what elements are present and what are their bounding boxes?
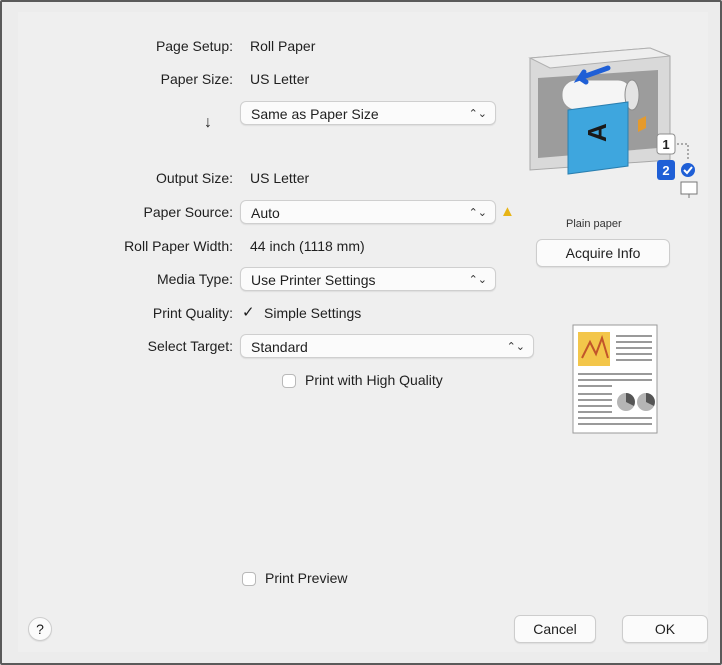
paper-size-value: US Letter [250,71,310,87]
settings-panel: Page Setup: Roll Paper Paper Size: US Le… [18,12,708,652]
roll-1-badge: 1 [662,137,669,152]
chevron-updown-icon: ⌃⌄ [468,274,487,286]
media-type-popup-value: Use Printer Settings [251,272,376,288]
output-size-popup-value: Same as Paper Size [251,106,379,122]
simple-settings-checkbox[interactable]: ✓ [242,303,255,321]
roll-paper-width-label: Roll Paper Width: [124,238,233,254]
select-target-label: Select Target: [147,338,233,354]
simple-settings-label: Simple Settings [264,305,362,321]
paper-source-label: Paper Source: [143,204,234,220]
print-preview-label: Print Preview [265,570,348,586]
roll-2-badge: 2 [662,163,669,178]
output-size-value: US Letter [250,170,310,186]
cancel-button[interactable]: Cancel [514,615,596,643]
help-button[interactable]: ? [28,617,52,641]
page-setup-label: Page Setup: [155,38,233,54]
media-type-label: Media Type: [156,271,233,287]
paper-source-popup-value: Auto [251,205,280,221]
chevron-updown-icon: ⌃⌄ [468,207,487,219]
print-preview-checkbox[interactable] [242,572,256,586]
acquire-info-button[interactable]: Acquire Info [536,239,670,267]
print-high-quality-label: Print with High Quality [305,372,443,388]
document-preview-icon [572,324,658,434]
chevron-updown-icon: ⌃⌄ [506,341,525,353]
paper-source-popup[interactable]: Auto ⌃⌄ [240,200,496,224]
printer-illustration: A 1 2 [528,47,698,198]
paper-size-label: Paper Size: [160,71,233,87]
roll-paper-width-value: 44 inch (1118 mm) [250,238,365,254]
output-size-popup[interactable]: Same as Paper Size ⌃⌄ [240,101,496,125]
select-target-popup[interactable]: Standard ⌃⌄ [240,334,534,358]
output-size-label: Output Size: [155,170,233,186]
sheet-letter: A [582,123,612,142]
print-quality-label: Print Quality: [152,305,233,321]
media-type-popup[interactable]: Use Printer Settings ⌃⌄ [240,267,496,291]
chevron-updown-icon: ⌃⌄ [468,108,487,120]
print-settings-dialog: Page Setup: Roll Paper Paper Size: US Le… [0,0,722,665]
print-high-quality-checkbox[interactable] [282,374,296,388]
page-setup-value: Roll Paper [250,38,316,54]
select-target-popup-value: Standard [251,339,308,355]
ok-button[interactable]: OK [622,615,708,643]
down-arrow-icon: ↓ [204,114,212,131]
paper-type-caption: Plain paper [566,218,622,230]
